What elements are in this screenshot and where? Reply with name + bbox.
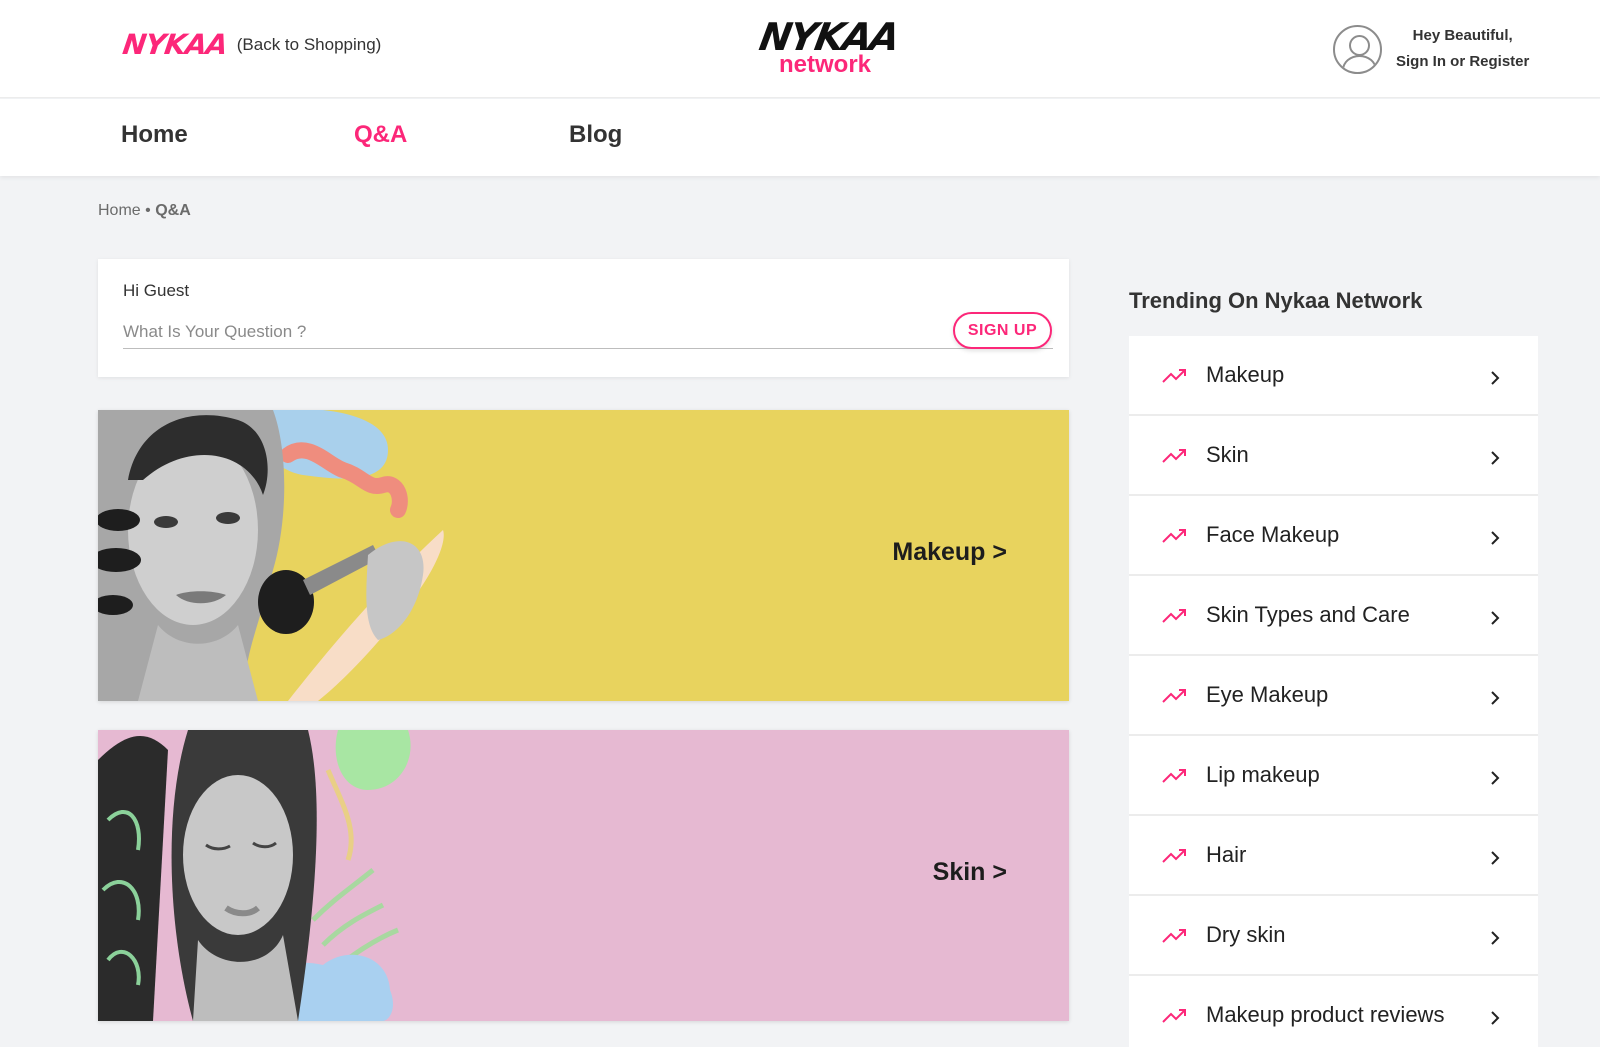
trending-item-label: Lip makeup [1206,762,1320,787]
user-account[interactable]: Hey Beautiful, Sign In or Register [1333,23,1529,75]
user-greeting: Hey Beautiful, [1412,27,1513,44]
trending-up-icon [1162,849,1186,863]
makeup-banner-illustration [98,410,444,701]
trending-list: Makeup Skin Face Makeup Skin Types and C… [1129,336,1538,1047]
trending-item-dry-skin[interactable]: Dry skin [1129,896,1538,976]
skin-banner-illustration [98,730,411,1021]
skin-banner-label[interactable]: Skin > [933,858,1007,887]
chevron-right-icon [1491,931,1500,945]
logo-wordmark: NYKAA [756,15,902,59]
trending-up-icon [1162,369,1186,383]
chevron-right-icon [1491,1011,1500,1025]
chevron-right-icon [1491,371,1500,385]
ask-question-card: Hi Guest SIGN UP [98,259,1069,377]
trending-up-icon [1162,769,1186,783]
skin-banner[interactable]: Skin > [98,730,1069,1021]
sign-in-text[interactable]: Hey Beautiful, Sign In or Register [1396,23,1529,75]
question-input[interactable] [123,315,1053,349]
chevron-right-icon [1491,611,1500,625]
nykaa-logo-small[interactable]: NYKAA [121,28,229,61]
back-to-shopping-link[interactable]: (Back to Shopping) [237,35,382,55]
chevron-right-icon [1491,451,1500,465]
trending-item-label: Skin Types and Care [1206,602,1410,627]
nav-blog[interactable]: Blog [569,121,622,149]
guest-greeting: Hi Guest [123,281,190,300]
trending-up-icon [1162,529,1186,543]
user-avatar-icon[interactable] [1333,24,1382,74]
trending-item-hair[interactable]: Hair [1129,816,1538,896]
main-nav: Home Q&A Blog [0,99,1600,176]
sign-up-button[interactable]: SIGN UP [953,312,1052,349]
breadcrumb-separator: • [145,202,151,219]
trending-item-makeup[interactable]: Makeup [1129,336,1538,416]
trending-item-label: Eye Makeup [1206,682,1329,707]
back-to-shopping-group: NYKAA (Back to Shopping) [121,28,382,61]
trending-item-label: Dry skin [1206,922,1286,947]
trending-item-label: Face Makeup [1206,522,1340,547]
trending-item-label: Skin [1206,442,1249,467]
top-header: NYKAA (Back to Shopping) NYKAA network H… [0,0,1600,98]
trending-up-icon [1162,449,1186,463]
chevron-right-icon [1491,851,1500,865]
nav-home[interactable]: Home [121,121,188,149]
trending-item-face-makeup[interactable]: Face Makeup [1129,496,1538,576]
makeup-banner[interactable]: Makeup > [98,410,1069,701]
trending-item-label: Hair [1206,842,1247,867]
trending-item-skin-types-and-care[interactable]: Skin Types and Care [1129,576,1538,656]
breadcrumb-home[interactable]: Home [98,202,141,219]
nav-qa[interactable]: Q&A [354,121,407,149]
trending-item-lip-makeup[interactable]: Lip makeup [1129,736,1538,816]
trending-title: Trending On Nykaa Network [1129,288,1423,313]
trending-item-makeup-product-reviews[interactable]: Makeup product reviews [1129,976,1538,1047]
trending-item-label: Makeup product reviews [1206,1002,1445,1027]
trending-item-skin[interactable]: Skin [1129,416,1538,496]
trending-up-icon [1162,609,1186,623]
sign-in-register-link[interactable]: Sign In or Register [1396,49,1529,75]
nykaa-network-logo[interactable]: NYKAA network [756,15,901,77]
makeup-banner-label[interactable]: Makeup > [892,538,1007,567]
trending-up-icon [1162,689,1186,703]
trending-up-icon [1162,1009,1186,1023]
trending-item-label: Makeup [1206,362,1285,387]
chevron-right-icon [1491,531,1500,545]
breadcrumb-current: Q&A [155,202,191,219]
breadcrumb: Home • Q&A [98,202,191,220]
chevron-right-icon [1491,771,1500,785]
trending-up-icon [1162,929,1186,943]
trending-item-eye-makeup[interactable]: Eye Makeup [1129,656,1538,736]
chevron-right-icon [1491,691,1500,705]
